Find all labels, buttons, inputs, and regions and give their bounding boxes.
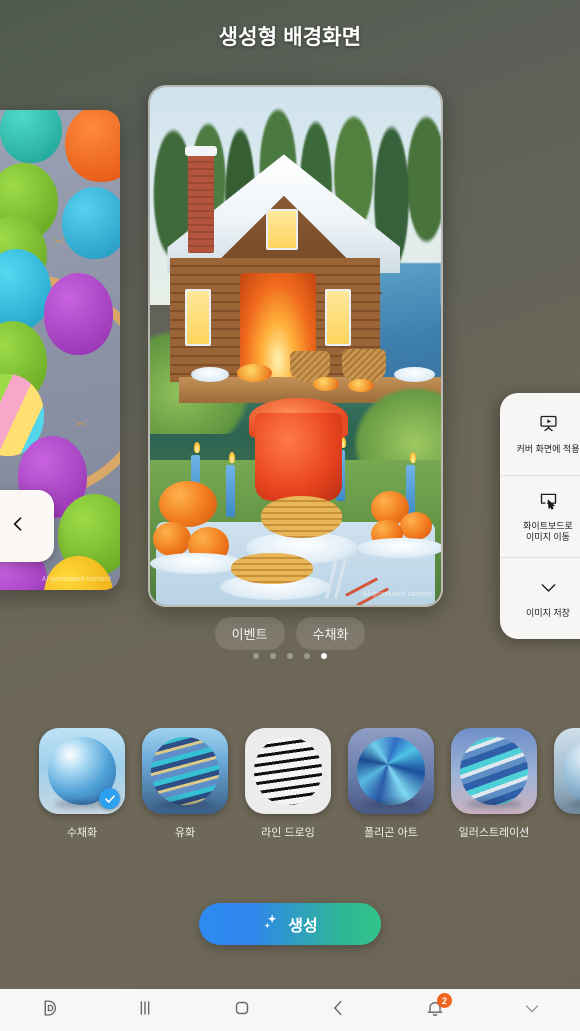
prompt-tag-list: 이벤트 수채화 <box>0 617 580 650</box>
nav-back-button[interactable] <box>290 989 387 1031</box>
carousel-card-current[interactable]: AI-generated content <box>148 85 443 607</box>
pagination-dot-4[interactable] <box>304 653 310 659</box>
style-label-oil-painting: 유화 <box>174 827 196 839</box>
pagination-dot-1[interactable] <box>253 653 259 659</box>
style-label-polygon-art: 폴리곤 아트 <box>364 827 418 839</box>
nav-home-button[interactable] <box>193 989 290 1031</box>
style-label-watercolor: 수채화 <box>66 827 98 839</box>
pagination-dot-2[interactable] <box>270 653 276 659</box>
apply-to-cover-screen-action[interactable]: 커버 화면에 적용 <box>500 393 580 475</box>
style-thumbnail-watercolor[interactable] <box>39 728 125 814</box>
style-option-next[interactable] <box>554 728 580 843</box>
generate-button[interactable]: 생성 <box>199 903 381 945</box>
style-label-illustration: 일러스트레이션 <box>458 827 530 839</box>
generate-button-label: 생성 <box>288 918 318 935</box>
prompt-tag-event[interactable]: 이벤트 <box>214 617 285 650</box>
download-chevron-icon <box>538 577 559 603</box>
back-icon <box>327 997 349 1024</box>
wallpaper-carousel[interactable]: AI-generated content AI-generated conten… <box>0 85 580 607</box>
home-icon <box>231 997 253 1024</box>
nav-collapse-button[interactable] <box>483 989 580 1031</box>
style-thumbnail-oil-painting[interactable] <box>142 728 228 814</box>
style-option-watercolor[interactable]: 수채화 <box>39 728 125 843</box>
cover-screen-icon <box>538 413 559 439</box>
style-thumbnail-illustration[interactable] <box>451 728 537 814</box>
style-label-line-drawing: 라인 드로잉 <box>261 827 315 839</box>
style-option-line-drawing[interactable]: 라인 드로잉 <box>245 728 331 843</box>
style-thumbnail-next[interactable] <box>554 728 580 814</box>
page-title: 생성형 배경화면 <box>218 26 362 49</box>
style-selected-check <box>99 788 120 809</box>
chevron-left-icon <box>8 514 28 539</box>
main-image-watermark: AI-generated content <box>362 591 432 598</box>
nav-bixby-button[interactable] <box>0 989 97 1031</box>
whiteboard-icon <box>538 490 559 516</box>
carousel-pagination <box>0 653 580 659</box>
sparkle-icon <box>262 913 280 936</box>
pagination-dot-3[interactable] <box>287 653 293 659</box>
prev-image-watermark: AI-generated content <box>41 576 111 583</box>
style-picker[interactable]: 수채화 유화 라인 드로잉 폴리곤 아트 일러스트레이션 <box>0 728 580 843</box>
notification-badge: 2 <box>437 993 453 1008</box>
apply-to-cover-screen-label: 커버 화면에 적용 <box>516 443 580 454</box>
recents-icon <box>134 997 156 1024</box>
bixby-icon <box>37 997 59 1024</box>
move-image-to-whiteboard-label: 화이트보드로 이미지 이동 <box>523 520 573 542</box>
cabin-watercolor-artwork: AI-generated content <box>150 87 441 605</box>
chevron-down-icon <box>521 997 543 1024</box>
prompt-tag-style[interactable]: 수채화 <box>295 617 366 650</box>
nav-notifications-button[interactable]: 2 <box>387 989 484 1031</box>
system-navigation-bar[interactable]: 2 <box>0 989 580 1031</box>
carousel-previous-button[interactable] <box>0 490 54 562</box>
style-option-illustration[interactable]: 일러스트레이션 <box>451 728 537 843</box>
style-thumbnail-line-drawing[interactable] <box>245 728 331 814</box>
image-actions-panel[interactable]: 커버 화면에 적용 화이트보드로 이미지 이동 이미지 저장 <box>500 393 580 639</box>
style-option-polygon-art[interactable]: 폴리곤 아트 <box>348 728 434 843</box>
nav-recents-button[interactable] <box>97 989 194 1031</box>
style-option-oil-painting[interactable]: 유화 <box>142 728 228 843</box>
move-image-to-whiteboard-action[interactable]: 화이트보드로 이미지 이동 <box>500 475 580 557</box>
pagination-dot-5[interactable] <box>321 653 327 659</box>
style-thumbnail-polygon-art[interactable] <box>348 728 434 814</box>
